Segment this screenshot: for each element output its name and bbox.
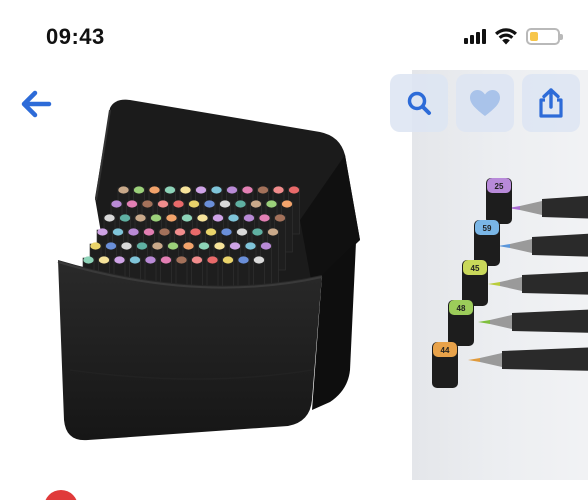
magnifier-icon	[407, 91, 431, 115]
status-icons	[464, 25, 563, 47]
marker-cap-label: 44	[441, 346, 450, 355]
heart-icon	[470, 90, 500, 116]
marker-cap-label: 25	[495, 182, 504, 191]
battery-level	[530, 31, 538, 41]
product-image-main[interactable]	[0, 70, 400, 480]
back-button[interactable]	[14, 84, 58, 124]
battery-icon	[526, 27, 563, 45]
share-icon	[539, 88, 563, 118]
share-button[interactable]	[522, 74, 580, 132]
search-button[interactable]	[390, 74, 448, 132]
marker-cap-label: 45	[471, 264, 480, 273]
marker-bag-illustration	[57, 99, 360, 441]
marker-cap-label: 48	[457, 304, 466, 313]
favorite-button[interactable]	[456, 74, 514, 132]
arrow-left-icon	[21, 90, 52, 118]
cellular-signal-icon	[464, 28, 486, 44]
wifi-icon	[495, 28, 517, 45]
marker-cap-label: 59	[483, 224, 492, 233]
status-bar: 09:43	[0, 0, 588, 64]
status-time: 09:43	[46, 24, 105, 49]
rating-badge-peek	[44, 490, 78, 500]
